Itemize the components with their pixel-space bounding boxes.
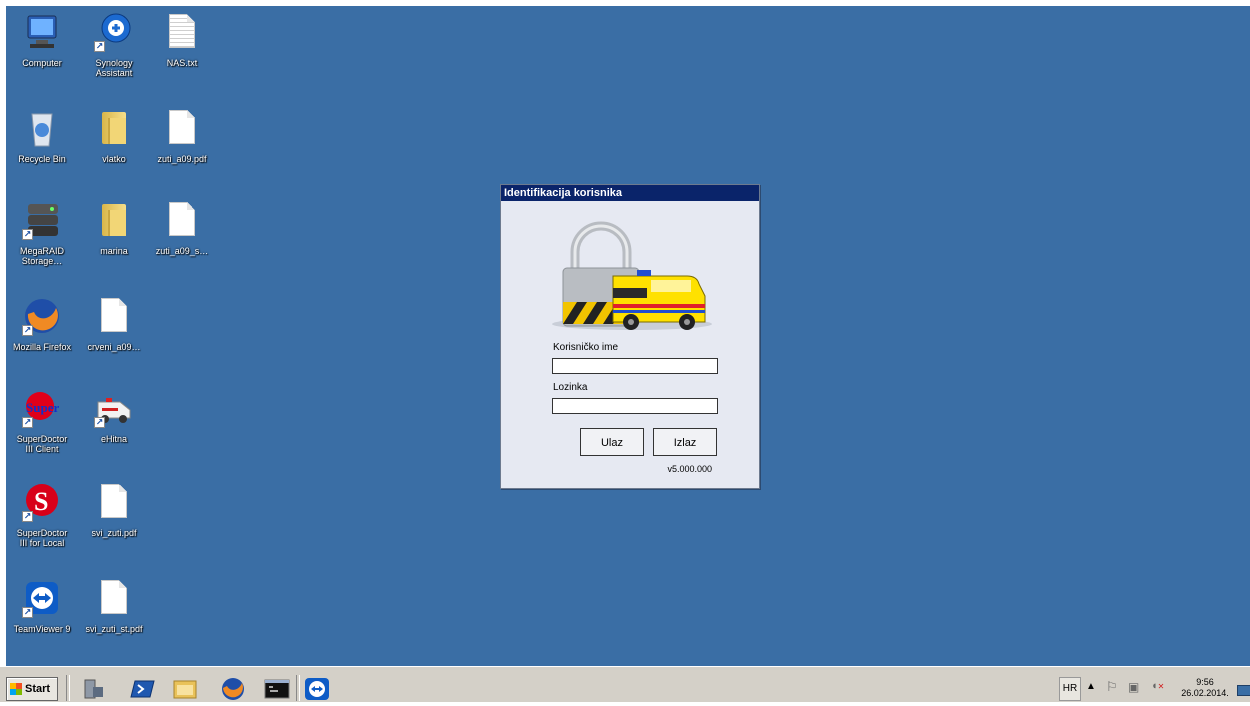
network-icon[interactable]: ▣ [1128, 680, 1139, 694]
pdf-file-icon [94, 296, 134, 336]
shortcut-arrow-icon: ↗ [22, 607, 33, 618]
desktop-icon-zuti-a09-pdf[interactable]: zuti_a09.pdf [146, 108, 218, 164]
superdoctor-client-icon: Super ↗ [22, 388, 62, 428]
windows-logo-icon [10, 683, 22, 695]
taskbar-file-explorer-icon[interactable] [172, 677, 198, 701]
taskbar-separator [296, 675, 300, 701]
login-button[interactable]: Ulaz [580, 428, 644, 456]
action-center-flag-icon[interactable]: ⚐ [1106, 679, 1118, 695]
clock[interactable]: 9:56 26.02.2014. [1177, 677, 1233, 699]
username-input[interactable] [552, 358, 718, 374]
exit-button[interactable]: Izlaz [653, 428, 717, 456]
desktop-icon-folder-marina[interactable]: marina [78, 200, 150, 256]
desktop-icon-folder-vlatko[interactable]: vlatko [78, 108, 150, 164]
language-indicator[interactable]: HR [1059, 677, 1081, 701]
text-file-icon [162, 12, 202, 52]
desktop-icon-svi-zuti-pdf[interactable]: svi_zuti.pdf [78, 482, 150, 538]
clock-time: 9:56 [1196, 677, 1214, 687]
synology-assistant-icon: ↗ [94, 12, 134, 52]
svg-text:Super: Super [26, 400, 59, 415]
svg-text:S: S [34, 487, 48, 516]
desktop-icon-synology-assistant[interactable]: ↗ Synology Assistant [78, 12, 150, 78]
system-tray: HR ▲ ⚐ ▣ ◖✕ 9:56 26.02.2014. [1059, 677, 1250, 701]
desktop-icon-svi-zuti-st-pdf[interactable]: svi_zuti_st.pdf [78, 578, 150, 634]
ambulance-icon: ↗ [94, 388, 134, 428]
recycle-bin-icon [22, 108, 62, 148]
shortcut-arrow-icon: ↗ [22, 325, 33, 336]
show-desktop-button[interactable] [1237, 685, 1250, 696]
lock-ambulance-image [547, 218, 717, 333]
taskbar-powershell-icon[interactable] [130, 677, 156, 701]
shortcut-arrow-icon: ↗ [22, 511, 33, 522]
password-input[interactable] [552, 398, 718, 414]
taskbar-teamviewer-icon[interactable] [304, 677, 330, 701]
desktop-icon-superdoctor-local[interactable]: S ↗ SuperDoctor III for Local [6, 482, 78, 548]
password-label: Lozinka [553, 382, 588, 393]
taskbar-command-prompt-icon[interactable] [264, 677, 290, 701]
clock-date: 26.02.2014. [1181, 688, 1229, 698]
desktop-icon-crveni-pdf[interactable]: crveni_a09… [78, 296, 150, 352]
dialog-title[interactable]: Identifikacija korisnika [501, 185, 759, 201]
desktop-icon-ehitna[interactable]: ↗ eHitna [78, 388, 150, 444]
desktop-icon-firefox[interactable]: ↗ Mozilla Firefox [6, 296, 78, 352]
desktop-icon-nas-txt[interactable]: NAS.txt [146, 12, 218, 68]
taskbar-server-manager-icon[interactable] [80, 677, 106, 701]
start-button[interactable]: Start [6, 677, 58, 701]
start-label: Start [25, 683, 51, 695]
taskbar-separator [66, 675, 70, 701]
superdoctor-local-icon: S ↗ [22, 482, 62, 522]
pdf-file-icon [162, 108, 202, 148]
shortcut-arrow-icon: ↗ [94, 417, 105, 428]
shortcut-arrow-icon: ↗ [94, 41, 105, 52]
desktop-icon-teamviewer[interactable]: ↗ TeamViewer 9 [6, 578, 78, 634]
show-hidden-icons-chevron-icon[interactable]: ▲ [1086, 681, 1096, 692]
pdf-file-icon [162, 200, 202, 240]
teamviewer-icon: ↗ [22, 578, 62, 618]
shortcut-arrow-icon: ↗ [22, 417, 33, 428]
desktop-icon-superdoctor-client[interactable]: Super ↗ SuperDoctor III Client [6, 388, 78, 454]
desktop-icon-computer[interactable]: Computer [6, 12, 78, 68]
pdf-file-icon [94, 482, 134, 522]
version-label: v5.000.000 [667, 464, 712, 474]
login-dialog: Identifikacija korisnika Korisničko ime … [500, 184, 760, 489]
megaraid-icon: ↗ [22, 200, 62, 240]
computer-icon [22, 12, 62, 52]
volume-muted-icon[interactable]: ◖✕ [1151, 680, 1164, 692]
shortcut-arrow-icon: ↗ [22, 229, 33, 240]
desktop-icon-recycle-bin[interactable]: Recycle Bin [6, 108, 78, 164]
username-label: Korisničko ime [553, 342, 619, 353]
firefox-icon: ↗ [22, 296, 62, 336]
taskbar-firefox-icon[interactable] [220, 677, 246, 701]
folder-icon [94, 108, 134, 148]
folder-icon [94, 200, 134, 240]
desktop-icon-megaraid[interactable]: ↗ MegaRAID Storage… [6, 200, 78, 266]
desktop-icon-zuti-a09-s[interactable]: zuti_a09_s… [146, 200, 218, 256]
taskbar: Start HR ▲ ⚐ ▣ ◖✕ 9:56 26.02.2014. [0, 666, 1250, 702]
pdf-file-icon [94, 578, 134, 618]
